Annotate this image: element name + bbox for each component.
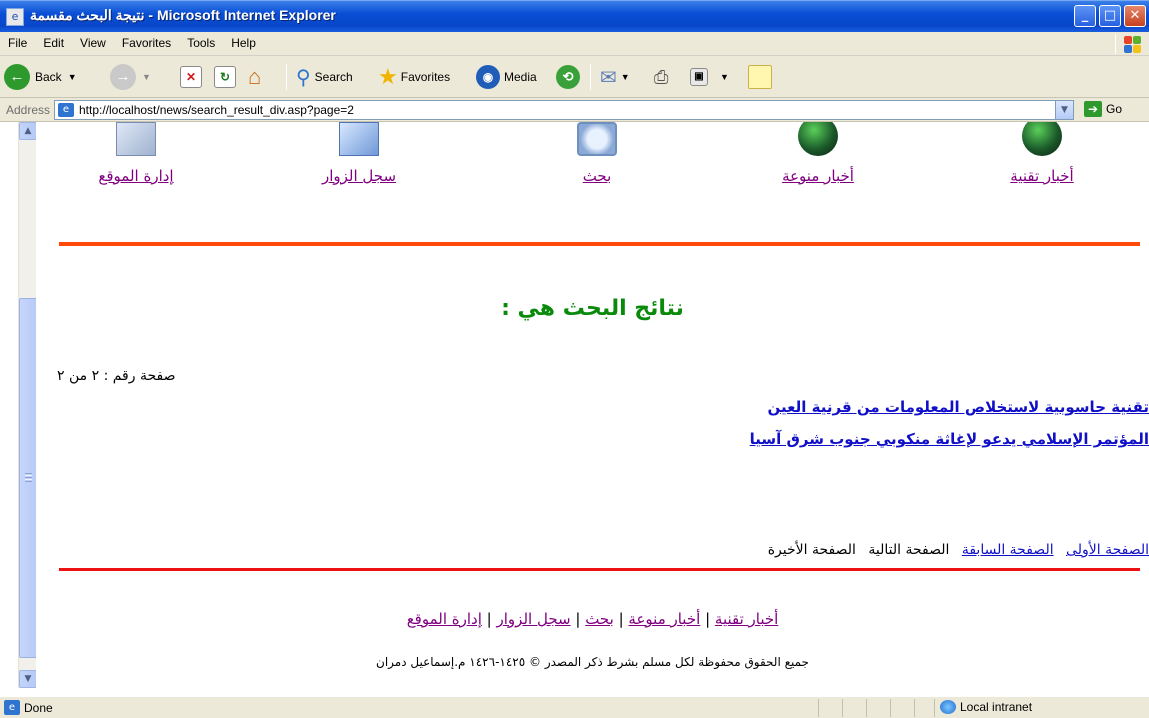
maximize-button[interactable]: □ bbox=[1099, 5, 1121, 27]
note-icon bbox=[748, 65, 772, 89]
stop-button[interactable]: ✕ bbox=[180, 62, 202, 92]
pager-last-text: الصفحة الأخيرة bbox=[767, 542, 856, 558]
toolbar: ← Back ▼ → ▼ ✕ ↻ ⌂ ⚲ Search ★ Favorites … bbox=[0, 56, 1149, 98]
address-dropdown-button[interactable]: ▼ bbox=[1055, 101, 1073, 119]
menu-favorites[interactable]: Favorites bbox=[114, 32, 179, 54]
nav-item-admin[interactable]: إدارة الموقع bbox=[66, 122, 206, 185]
page-done-icon: e bbox=[4, 700, 20, 715]
forward-arrow-icon: → bbox=[110, 64, 136, 90]
menu-bar: File Edit View Favorites Tools Help bbox=[0, 32, 1149, 56]
scroll-thumb[interactable] bbox=[19, 298, 37, 658]
result-link[interactable]: تقنية حاسوبية لاستخلاص المعلومات من قرني… bbox=[36, 398, 1149, 416]
history-icon: ⟲ bbox=[556, 65, 580, 89]
ie-page-icon: e bbox=[58, 103, 74, 117]
admin-tools-icon bbox=[116, 122, 156, 156]
address-input[interactable]: e http://localhost/news/search_result_di… bbox=[54, 100, 1074, 120]
print-button[interactable]: ⎙ bbox=[654, 62, 668, 92]
menu-view[interactable]: View bbox=[72, 32, 114, 54]
footer-link-guestbook[interactable]: سجل الزوار bbox=[497, 610, 571, 628]
search-button[interactable]: ⚲ Search bbox=[296, 62, 353, 92]
go-button[interactable]: ➔ Go bbox=[1084, 101, 1122, 117]
address-bar: Address e http://localhost/news/search_r… bbox=[0, 98, 1149, 122]
search-magnifier-icon bbox=[577, 122, 617, 156]
close-button[interactable]: ✕ bbox=[1124, 5, 1146, 27]
bottom-divider bbox=[59, 568, 1140, 571]
copyright-text: جميع الحقوق محفوظة لكل مسلم بشرط ذكر الم… bbox=[376, 655, 809, 669]
chevron-down-icon: ▼ bbox=[720, 72, 729, 82]
back-arrow-icon: ← bbox=[4, 64, 30, 90]
edit-page-icon: ▣ bbox=[690, 68, 708, 86]
intranet-globe-icon bbox=[940, 700, 956, 714]
nav-item-tech-news[interactable]: أخبار تقنية bbox=[972, 122, 1112, 185]
footer-link-tech-news[interactable]: أخبار تقنية bbox=[715, 610, 778, 628]
nav-link-search[interactable]: بحث bbox=[527, 167, 667, 185]
pager-first-link[interactable]: الصفحة الأولى bbox=[1066, 542, 1149, 558]
printer-icon: ⎙ bbox=[654, 66, 669, 87]
nav-item-search[interactable]: بحث bbox=[527, 122, 667, 185]
window-frame-left bbox=[0, 122, 18, 696]
home-icon: ⌂ bbox=[248, 64, 262, 89]
nav-link-admin[interactable]: إدارة الموقع bbox=[66, 167, 206, 185]
stop-icon: ✕ bbox=[180, 66, 202, 88]
chevron-down-icon: ▼ bbox=[620, 72, 630, 82]
chevron-down-icon: ▼ bbox=[142, 72, 151, 82]
footer-nav: أخبار تقنية | أخبار منوعة | بحث | سجل ال… bbox=[406, 610, 779, 628]
star-icon: ★ bbox=[378, 64, 398, 89]
scroll-down-button[interactable]: ▼ bbox=[19, 670, 37, 688]
page-content: إدارة الموقع سجل الزوار بحث أخبار منوعة … bbox=[36, 122, 1149, 688]
search-icon: ⚲ bbox=[296, 66, 311, 89]
guestbook-icon bbox=[339, 122, 379, 156]
refresh-button[interactable]: ↻ bbox=[214, 62, 236, 92]
menu-file[interactable]: File bbox=[0, 32, 35, 54]
top-divider bbox=[59, 242, 1140, 246]
address-label: Address bbox=[6, 103, 51, 117]
title-bar: e نتيجة البحث مقسمة - Microsoft Internet… bbox=[0, 0, 1149, 32]
media-icon: ◉ bbox=[476, 65, 500, 89]
chevron-down-icon: ▼ bbox=[67, 72, 77, 82]
menu-tools[interactable]: Tools bbox=[179, 32, 223, 54]
forward-button[interactable]: → ▼ bbox=[110, 62, 151, 92]
nav-link-misc-news[interactable]: أخبار منوعة bbox=[748, 167, 888, 185]
pager-prev-link[interactable]: الصفحة السابقة bbox=[962, 542, 1054, 558]
pager-next-text: الصفحة التالية bbox=[868, 542, 950, 558]
media-button[interactable]: ◉ Media bbox=[476, 62, 537, 92]
refresh-icon: ↻ bbox=[214, 66, 236, 88]
mail-icon: ✉ bbox=[600, 66, 617, 89]
menu-help[interactable]: Help bbox=[223, 32, 264, 54]
home-button[interactable]: ⌂ bbox=[248, 62, 261, 92]
nav-item-guestbook[interactable]: سجل الزوار bbox=[289, 122, 429, 185]
page-info: صفحة رقم : ٢ من ٢ bbox=[57, 368, 176, 384]
ie-page-icon: e bbox=[6, 8, 24, 26]
window-title: نتيجة البحث مقسمة - Microsoft Internet E… bbox=[30, 7, 336, 23]
footer-link-admin[interactable]: إدارة الموقع bbox=[407, 610, 482, 628]
back-button[interactable]: ← Back ▼ bbox=[4, 62, 77, 92]
mail-button[interactable]: ✉ ▼ bbox=[600, 62, 630, 92]
favorites-button[interactable]: ★ Favorites bbox=[378, 62, 450, 92]
pagination: الصفحة الأولى الصفحة السابقة الصفحة التا… bbox=[760, 542, 1149, 558]
result-link[interactable]: المؤتمر الإسلامي يدعو لإغاثة منكوبي جنوب… bbox=[36, 430, 1149, 448]
windows-logo-icon bbox=[1115, 34, 1145, 54]
go-arrow-icon: ➔ bbox=[1084, 101, 1102, 117]
status-bar: e Done Local intranet bbox=[0, 696, 1149, 718]
menu-edit[interactable]: Edit bbox=[35, 32, 72, 54]
results-heading: نتائج البحث هي : bbox=[501, 296, 684, 321]
globe-icon bbox=[798, 122, 838, 156]
history-button[interactable]: ⟲ bbox=[556, 62, 580, 92]
messenger-button[interactable] bbox=[748, 62, 772, 92]
edit-button[interactable]: ▣ ▼ bbox=[690, 62, 729, 92]
nav-link-guestbook[interactable]: سجل الزوار bbox=[289, 167, 429, 185]
footer-link-search[interactable]: بحث bbox=[585, 610, 614, 628]
security-zone: Local intranet bbox=[940, 700, 1032, 714]
minimize-button[interactable]: _ bbox=[1074, 5, 1096, 27]
tech-globe-icon bbox=[1022, 122, 1062, 156]
nav-link-tech-news[interactable]: أخبار تقنية bbox=[972, 167, 1112, 185]
scroll-up-button[interactable]: ▲ bbox=[19, 122, 37, 140]
address-url: http://localhost/news/search_result_div.… bbox=[79, 103, 354, 117]
nav-item-misc-news[interactable]: أخبار منوعة bbox=[748, 122, 888, 185]
footer-link-misc-news[interactable]: أخبار منوعة bbox=[628, 610, 700, 628]
status-text: Done bbox=[24, 701, 53, 715]
vertical-scrollbar[interactable]: ▲ ▼ bbox=[18, 122, 37, 688]
